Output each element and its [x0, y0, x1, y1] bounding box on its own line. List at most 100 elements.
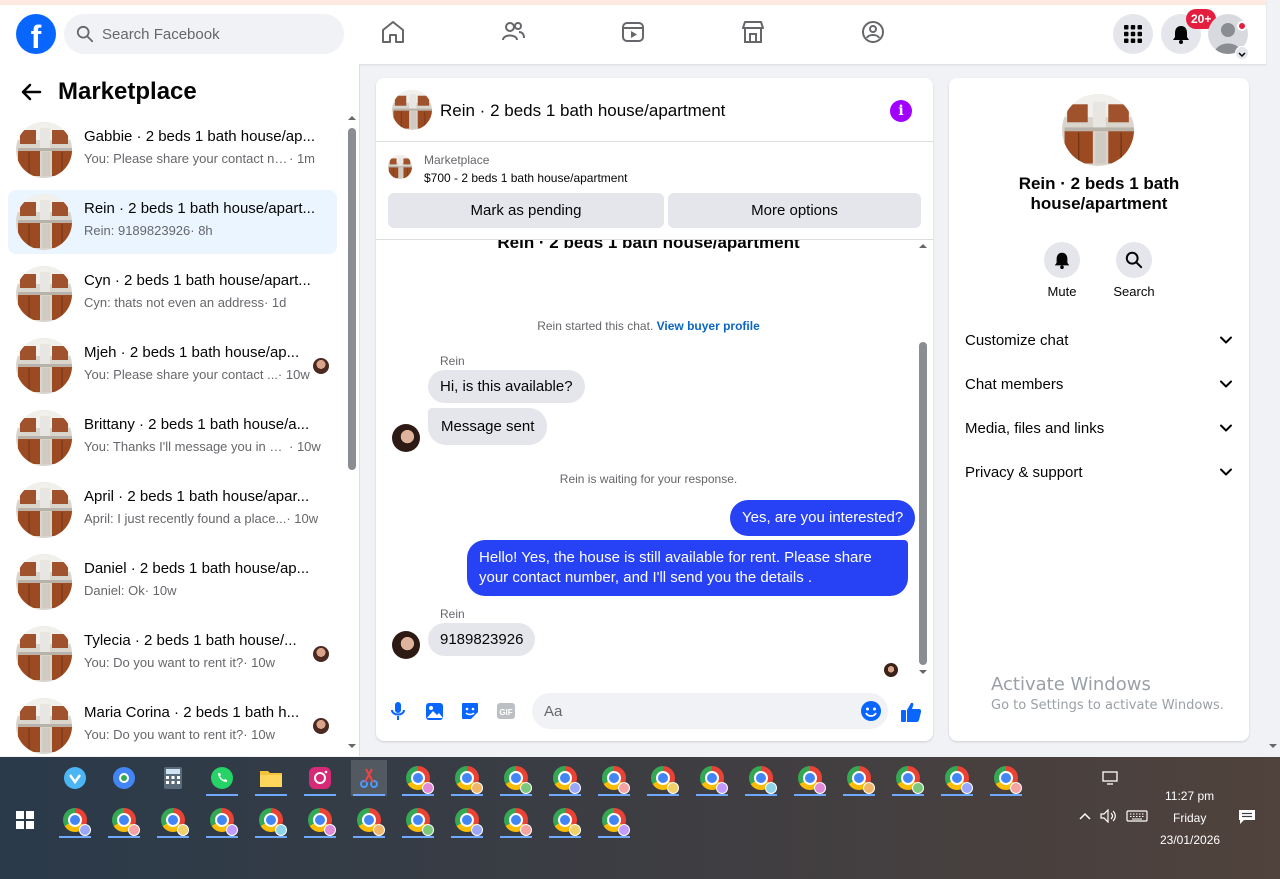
taskbar-file-explorer-app[interactable] [253, 760, 289, 796]
sender-avatar[interactable] [392, 631, 420, 659]
incoming-message[interactable]: 9189823926 [428, 623, 536, 656]
keyboard-icon[interactable] [1126, 810, 1148, 822]
scroll-down-icon[interactable] [917, 668, 929, 676]
like-icon[interactable] [899, 700, 923, 724]
taskbar-chrome-window[interactable] [449, 760, 485, 796]
listing-large-thumbnail[interactable] [1062, 94, 1134, 166]
taskbar-chrome-window[interactable] [596, 802, 632, 838]
chevron-up-icon[interactable] [1078, 811, 1092, 821]
taskbar-chrome-window[interactable] [351, 802, 387, 838]
listing-thumbnail[interactable] [392, 90, 432, 130]
groups-icon[interactable] [860, 19, 886, 45]
left-scrollbar[interactable] [347, 116, 357, 756]
incoming-message[interactable]: Message sent [428, 408, 548, 445]
details-section-row[interactable]: Media, files and links [957, 406, 1241, 450]
clock-time[interactable]: 11:27 pm [1165, 789, 1214, 803]
view-buyer-profile-link[interactable]: View buyer profile [657, 319, 760, 333]
taskbar-chrome-window[interactable] [596, 760, 632, 796]
microphone-icon[interactable] [387, 700, 409, 722]
taskbar-whatsapp-app[interactable] [204, 760, 240, 796]
more-options-button[interactable]: More options [668, 193, 921, 228]
clock-day[interactable]: Friday [1173, 811, 1206, 825]
scroll-down-icon[interactable] [347, 742, 357, 750]
taskbar-chrome-window[interactable] [400, 760, 436, 796]
conversation-item[interactable]: April · 2 beds 1 bath house/apar... April… [8, 478, 337, 542]
marketplace-icon[interactable] [740, 19, 766, 45]
taskbar-chrome-window[interactable] [792, 760, 828, 796]
scrollbar-thumb[interactable] [919, 342, 927, 665]
taskbar-chrome-window[interactable] [498, 760, 534, 796]
taskbar-chrome-window[interactable] [890, 760, 926, 796]
friends-icon[interactable] [500, 19, 526, 45]
scroll-up-icon[interactable] [347, 114, 357, 122]
taskbar-chrome-window[interactable] [939, 760, 975, 796]
home-icon[interactable] [380, 19, 406, 45]
search-box[interactable] [64, 14, 344, 54]
chat-title[interactable]: Rein · 2 beds 1 bath house/apartment [440, 101, 725, 121]
taskbar-chrome-window[interactable] [498, 802, 534, 838]
notification-center-icon[interactable] [1238, 809, 1256, 825]
clock-date[interactable]: 23/01/2026 [1160, 833, 1220, 847]
sticker-icon[interactable] [459, 700, 481, 722]
details-section-row[interactable]: Chat members [957, 362, 1241, 406]
back-arrow-icon[interactable] [20, 81, 42, 103]
taskbar-chrome-window[interactable] [694, 760, 730, 796]
running-indicator [206, 836, 238, 838]
taskbar-chrome-window[interactable] [988, 760, 1024, 796]
emoji-icon[interactable] [860, 700, 882, 722]
details-section-row[interactable]: Customize chat [957, 318, 1241, 362]
photo-icon[interactable] [423, 700, 445, 722]
conversation-item[interactable]: Gabbie · 2 beds 1 bath house/ap... You: P… [8, 118, 337, 182]
video-icon[interactable] [620, 19, 646, 45]
taskbar-chrome-window[interactable] [743, 760, 779, 796]
taskbar-chrome-window[interactable] [253, 802, 289, 838]
gif-icon[interactable]: GIF [495, 700, 517, 722]
account-chevron-icon[interactable] [1235, 46, 1249, 60]
details-section-row[interactable]: Privacy & support [957, 450, 1241, 494]
conversation-item[interactable]: Cyn · 2 beds 1 bath house/apart... Cyn: t… [8, 262, 337, 326]
listing-small-thumbnail[interactable] [388, 155, 412, 179]
windows-start-icon[interactable] [16, 811, 34, 829]
speaker-icon[interactable] [1100, 809, 1118, 823]
taskbar-chrome-window[interactable] [204, 802, 240, 838]
conversation-item[interactable]: Brittany · 2 beds 1 bath house/a... You: … [8, 406, 337, 470]
taskbar-browser-app[interactable] [106, 760, 142, 796]
page-scroll-down-icon[interactable] [1268, 742, 1278, 750]
scrollbar-thumb[interactable] [348, 128, 356, 470]
taskbar-chrome-window[interactable] [547, 760, 583, 796]
facebook-logo[interactable]: f [16, 14, 56, 54]
chat-scrollbar[interactable] [917, 242, 929, 678]
taskbar-instagram-app[interactable] [302, 760, 338, 796]
taskbar-app-store-app[interactable] [57, 760, 93, 796]
taskbar-calculator-app[interactable] [155, 760, 191, 796]
outgoing-message[interactable]: Hello! Yes, the house is still available… [467, 540, 908, 596]
conversation-item[interactable]: Rein · 2 beds 1 bath house/apart... Rein:… [8, 190, 337, 254]
conversation-item[interactable]: Daniel · 2 beds 1 bath house/ap... Daniel… [8, 550, 337, 614]
taskbar-chrome-window[interactable] [400, 802, 436, 838]
taskbar-chrome-window[interactable] [449, 802, 485, 838]
taskbar-chrome-window[interactable] [547, 802, 583, 838]
scroll-up-icon[interactable] [917, 242, 929, 250]
taskbar-chrome-window[interactable] [302, 802, 338, 838]
incoming-message[interactable]: Hi, is this available? [428, 370, 585, 403]
info-icon[interactable]: i [890, 100, 912, 122]
search-input[interactable] [102, 25, 322, 43]
mute-button[interactable]: Mute [1032, 242, 1092, 299]
search-in-chat-button[interactable]: Search [1104, 242, 1164, 299]
mark-as-pending-button[interactable]: Mark as pending [388, 193, 664, 228]
taskbar-snipping-tool-app[interactable] [351, 760, 387, 796]
taskbar-chrome-window[interactable] [106, 802, 142, 838]
menu-button[interactable] [1113, 14, 1153, 54]
taskbar-chrome-window[interactable] [841, 760, 877, 796]
taskbar-chrome-window[interactable] [155, 802, 191, 838]
sender-avatar[interactable] [392, 424, 420, 452]
message-input[interactable] [532, 693, 888, 729]
taskbar-chrome-window[interactable] [57, 802, 93, 838]
conversation-item[interactable]: Maria Corina · 2 beds 1 bath h... You: Do… [8, 694, 337, 756]
conversation-item[interactable]: Tylecia · 2 beds 1 bath house/... You: Do… [8, 622, 337, 686]
outgoing-message[interactable]: Yes, are you interested? [730, 500, 916, 536]
taskbar-chrome-window[interactable] [645, 760, 681, 796]
desktop-icon[interactable] [1102, 771, 1118, 785]
listing-price[interactable]: $700 - 2 beds 1 bath house/apartment [424, 171, 627, 185]
conversation-item[interactable]: Mjeh · 2 beds 1 bath house/ap... You: Ple… [8, 334, 337, 398]
